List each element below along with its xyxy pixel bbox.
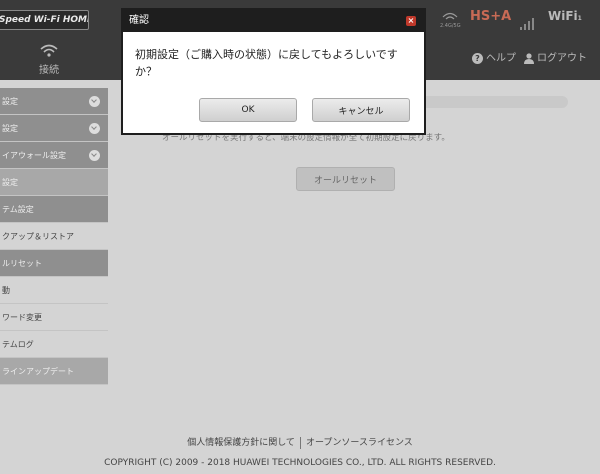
menu-item-label: テム設定 [2, 205, 34, 214]
privacy-policy-link[interactable]: 個人情報保護方針に関して [187, 438, 295, 448]
menu-item-label: 動 [2, 286, 10, 295]
help-link[interactable]: ? ヘルプ [472, 49, 516, 64]
dialog-button-row: OK キャンセル [123, 98, 424, 128]
dialog-title: 確認 [129, 15, 149, 26]
chevron-down-icon [89, 96, 100, 107]
menu-item-label: イアウォール設定 [2, 151, 66, 160]
menu-item[interactable]: 設定 [0, 115, 108, 142]
wifi-label: WiFi [548, 9, 578, 23]
brand-logo: Speed Wi-Fi HOME [0, 10, 89, 30]
confirm-dialog: 確認 × 初期設定（ご購入時の状態）に戻してもよろしいですか？ OK キャンセル [121, 8, 426, 135]
chevron-down-icon [89, 123, 100, 134]
wifi-indicator: WiFi1 [548, 9, 582, 23]
menu-subitem[interactable]: 動 [0, 277, 108, 304]
copyright-text: COPYRIGHT (C) 2009 - 2018 HUAWEI TECHNOL… [104, 458, 496, 468]
help-icon: ? [472, 52, 483, 64]
all-reset-button[interactable]: オールリセット [296, 167, 395, 191]
help-label: ヘルプ [486, 53, 516, 64]
menu-item-label: クアップ＆リストア [2, 232, 74, 241]
menu-item[interactable]: イアウォール設定 [0, 142, 108, 169]
logout-label: ログアウト [537, 53, 587, 64]
menu-item[interactable]: ラインアップデート [0, 358, 108, 385]
user-icon [524, 52, 534, 64]
left-menu: 設定 設定 イアウォール設定 設定 テム設定 クアップ＆リストア ルリセット 動… [0, 88, 108, 385]
nav-tab-label: 接続 [39, 65, 59, 76]
menu-item[interactable]: 設定 [0, 88, 108, 115]
close-icon[interactable]: × [406, 16, 416, 26]
menu-item-system-settings[interactable]: テム設定 [0, 196, 108, 223]
ok-button[interactable]: OK [199, 98, 297, 122]
menu-item-label: ラインアップデート [2, 367, 74, 376]
menu-item-label: テムログ [2, 340, 34, 349]
mode-indicator: HS+A [470, 9, 512, 24]
menu-item[interactable]: 設定 [0, 169, 108, 196]
menu-item-label: 設定 [2, 97, 18, 106]
menu-item-label: 設定 [2, 124, 18, 133]
menu-item-label: 設定 [2, 178, 18, 187]
logout-link[interactable]: ログアウト [524, 49, 587, 64]
nav-tab-connection[interactable]: 接続 [0, 38, 98, 80]
cancel-button[interactable]: キャンセル [312, 98, 410, 122]
footer-divider [299, 436, 301, 449]
menu-subitem[interactable]: ワード変更 [0, 304, 108, 331]
band-status: 2.4G/5G [440, 10, 461, 29]
open-source-license-link[interactable]: オープンソースライセンス [306, 438, 413, 448]
chevron-down-icon [89, 150, 100, 161]
dialog-message: 初期設定（ご購入時の状態）に戻してもよろしいですか？ [135, 48, 398, 78]
band-label: 2.4G/5G [440, 23, 461, 29]
menu-subitem[interactable]: クアップ＆リストア [0, 223, 108, 250]
wifi-sub-label: 1 [577, 15, 582, 22]
wifi-band-icon [442, 12, 458, 20]
signal-bars-icon [520, 11, 536, 30]
menu-item-label: ルリセット [2, 259, 42, 268]
menu-subitem[interactable]: テムログ [0, 331, 108, 358]
wifi-connection-icon [40, 44, 58, 57]
footer-links: 個人情報保護方針に関して オープンソースライセンス [0, 435, 600, 449]
dialog-title-bar: 確認 × [123, 10, 424, 32]
menu-item-label: ワード変更 [2, 313, 42, 322]
menu-subitem-all-reset[interactable]: ルリセット [0, 250, 108, 277]
